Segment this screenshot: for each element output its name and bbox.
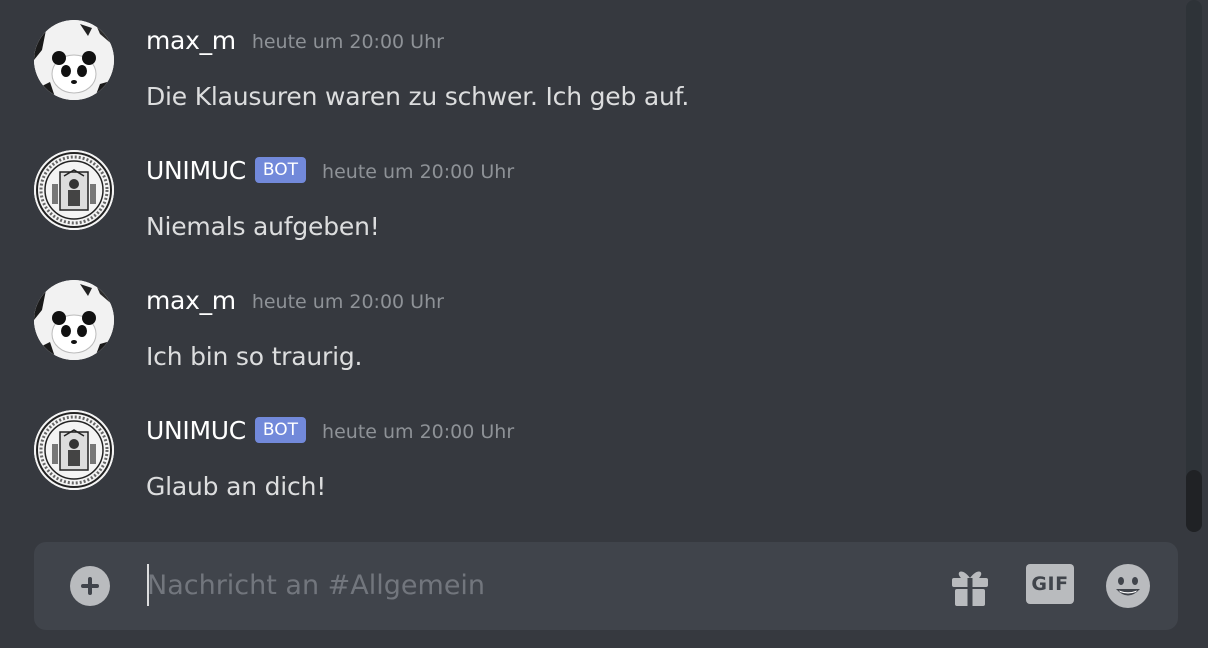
message-header: UNIMUC BOT heute um 20:00 Uhr: [146, 412, 514, 448]
chat-view: max_m heute um 20:00 Uhr Die Klausuren w…: [0, 0, 1208, 648]
message-item: UNIMUC BOT heute um 20:00 Uhr Glaub an d…: [0, 410, 1170, 510]
message-text: Niemals aufgeben!: [146, 212, 380, 241]
university-seal-avatar-icon[interactable]: [34, 410, 114, 490]
author-name[interactable]: UNIMUC: [146, 156, 246, 185]
message-timestamp: heute um 20:00 Uhr: [251, 31, 444, 53]
message-header: max_m heute um 20:00 Uhr: [146, 22, 444, 58]
gif-button[interactable]: GIF: [1026, 564, 1074, 604]
text-caret: [147, 564, 149, 606]
message-timestamp: heute um 20:00 Uhr: [322, 421, 515, 443]
plus-circle-icon[interactable]: [70, 566, 110, 606]
author-name[interactable]: max_m: [146, 26, 236, 55]
smiley-emoji-icon[interactable]: [1104, 562, 1152, 610]
author-name[interactable]: max_m: [146, 286, 236, 315]
message-header: UNIMUC BOT heute um 20:00 Uhr: [146, 152, 514, 188]
panda-avatar-icon[interactable]: [34, 280, 114, 360]
gift-icon[interactable]: [948, 564, 992, 608]
author-name[interactable]: UNIMUC: [146, 416, 246, 445]
message-item: UNIMUC BOT heute um 20:00 Uhr Niemals au…: [0, 150, 1170, 250]
message-composer: GIF: [34, 542, 1178, 630]
message-text: Ich bin so traurig.: [146, 342, 363, 371]
message-text: Glaub an dich!: [146, 472, 327, 501]
university-seal-avatar-icon[interactable]: [34, 150, 114, 230]
message-text: Die Klausuren waren zu schwer. Ich geb a…: [146, 82, 690, 111]
bot-badge: BOT: [254, 157, 307, 183]
message-timestamp: heute um 20:00 Uhr: [322, 161, 515, 183]
panda-avatar-icon[interactable]: [34, 20, 114, 100]
scrollbar-track[interactable]: [1186, 0, 1202, 532]
message-header: max_m heute um 20:00 Uhr: [146, 282, 444, 318]
scrollbar-thumb[interactable]: [1186, 470, 1202, 532]
bot-badge: BOT: [254, 417, 307, 443]
message-item: max_m heute um 20:00 Uhr Die Klausuren w…: [0, 20, 1170, 120]
message-input[interactable]: [147, 562, 907, 608]
message-timestamp: heute um 20:00 Uhr: [251, 291, 444, 313]
message-item: max_m heute um 20:00 Uhr Ich bin so trau…: [0, 280, 1170, 380]
